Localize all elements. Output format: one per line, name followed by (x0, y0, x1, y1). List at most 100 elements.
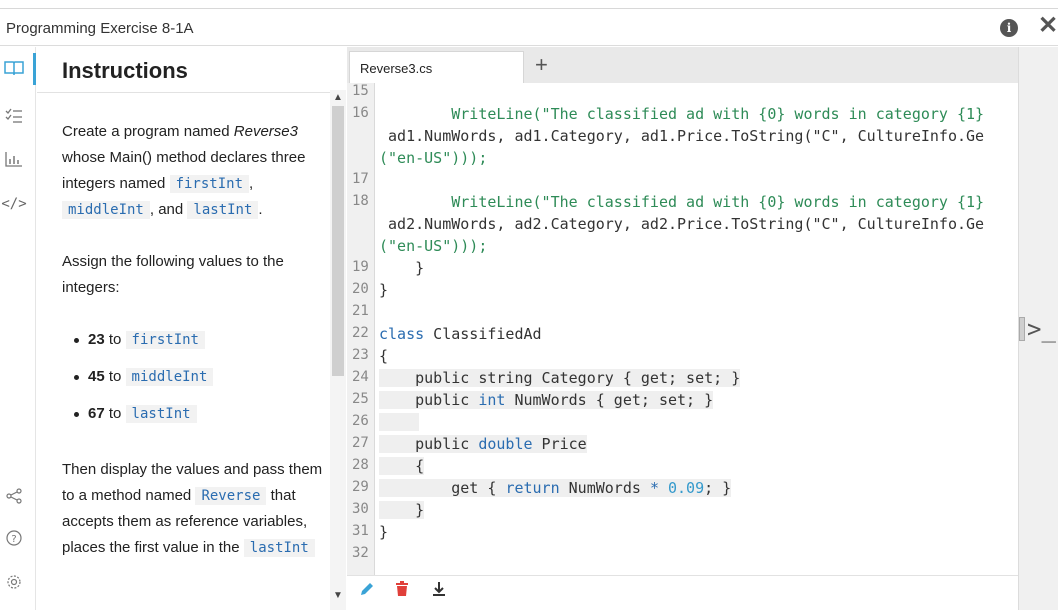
text-span: to (108, 405, 122, 422)
code-text: NumWords (559, 479, 650, 497)
book-icon[interactable] (0, 57, 28, 79)
code-editor[interactable]: 15 16 17 18 19 20 21 22 23 24 25 26 27 2… (347, 83, 1018, 575)
line-number: 28 (352, 457, 369, 473)
instructions-body: Create a program named Reverse3 whose Ma… (62, 119, 324, 587)
identifier: ClassifiedAd (424, 325, 542, 343)
editor-area: Reverse3.cs + 15 16 17 18 19 20 21 22 23… (347, 47, 1018, 610)
line-number: 20 (352, 281, 369, 297)
code-line: ad2.NumWords, ad2.Category, ad2.Price.To… (379, 215, 985, 233)
tab-reverse3[interactable]: Reverse3.cs (349, 51, 524, 83)
code-line: ("en-US"))); (379, 237, 488, 255)
line-number: 22 (352, 325, 369, 341)
scrollbar-thumb[interactable] (332, 106, 344, 376)
code-line-blank (379, 413, 419, 431)
value-list: 23 to firstInt 45 to middleInt 67 to las… (62, 327, 324, 427)
code-line: ad1.NumWords, ad1.Category, ad1.Price.To… (379, 127, 985, 145)
instruction-paragraph-3: Then display the values and pass them to… (62, 457, 324, 561)
list-item: 67 to lastInt (62, 401, 324, 427)
code-var: lastInt (125, 405, 197, 423)
code-line: { (379, 347, 389, 365)
code-lastint: lastInt (243, 539, 315, 557)
value: 23 (88, 331, 105, 348)
text-span: Create a program named (62, 123, 230, 140)
code-line: public string Category { get; set; } (379, 369, 741, 387)
window-title: Programming Exercise 8-1A (6, 20, 194, 37)
text-span: . (258, 201, 263, 218)
resize-handle[interactable] (1019, 317, 1025, 341)
code-line: } (379, 281, 389, 299)
line-number: 26 (352, 413, 369, 429)
value: 67 (88, 405, 105, 422)
keyword: return (505, 479, 560, 497)
code-line: WriteLine("The classified ad with {0} wo… (379, 105, 985, 123)
tab-label: Reverse3.cs (360, 61, 433, 76)
instructions-header: Instructions (37, 47, 330, 93)
line-number: 27 (352, 435, 369, 451)
operator: * (649, 479, 659, 497)
line-number: 21 (352, 303, 369, 319)
code-middleint: middleInt (62, 201, 150, 219)
close-icon[interactable]: ✕ (1038, 14, 1058, 38)
add-tab-button[interactable]: + (535, 52, 548, 78)
line-number: 30 (352, 501, 369, 517)
code-line: class ClassifiedAd (379, 325, 542, 343)
code-line: } (379, 259, 425, 277)
code-reverse: Reverse (195, 487, 267, 505)
code-lastint: lastInt (187, 201, 259, 219)
checklist-icon[interactable] (0, 105, 28, 127)
list-item: 23 to firstInt (62, 327, 324, 353)
svg-text:?: ? (11, 534, 16, 545)
code-var: middleInt (125, 368, 214, 386)
code-line: { (379, 457, 425, 475)
code-text: ; } (704, 479, 732, 497)
terminal-icon[interactable]: >_ (1027, 315, 1056, 343)
line-number-gutter: 15 16 17 18 19 20 21 22 23 24 25 26 27 2… (347, 83, 375, 575)
line-number: 19 (352, 259, 369, 275)
trash-icon[interactable] (395, 581, 409, 602)
terminal-panel: >_ (1018, 47, 1058, 610)
text-span: , (249, 175, 254, 192)
list-item: 45 to middleInt (62, 364, 324, 390)
line-number: 23 (352, 347, 369, 363)
text-span: , and (149, 201, 184, 218)
info-icon[interactable]: i (1000, 19, 1018, 37)
download-icon[interactable] (431, 581, 447, 602)
code-icon[interactable]: </> (0, 193, 28, 215)
code-line: } (379, 501, 425, 519)
left-rail: </> ? (0, 47, 36, 610)
scroll-down-icon[interactable]: ▼ (333, 590, 343, 601)
code-text: NumWords { get; set; } (505, 391, 714, 409)
instructions-scrollbar[interactable]: ▲ ▼ (330, 90, 346, 610)
number: 0.09 (658, 479, 705, 497)
line-number: 15 (352, 83, 369, 99)
line-number: 32 (352, 545, 369, 561)
pencil-icon[interactable] (359, 581, 375, 602)
line-number: 18 (352, 193, 369, 209)
line-number: 25 (352, 391, 369, 407)
help-icon[interactable]: ? (0, 527, 28, 549)
code-line: public int NumWords { get; set; } (379, 391, 714, 409)
code-text: public (379, 391, 479, 409)
instruction-paragraph-1: Create a program named Reverse3 whose Ma… (62, 119, 324, 223)
title-bar: Programming Exercise 8-1A i ✕ (0, 8, 1058, 46)
chart-icon[interactable] (0, 148, 28, 170)
tab-bar: Reverse3.cs + (347, 47, 1018, 83)
code-line: get { return NumWords * 0.09; } (379, 479, 732, 497)
settings-icon[interactable] (0, 571, 28, 593)
instructions-panel: Instructions Create a program named Reve… (37, 47, 330, 610)
scroll-up-icon[interactable]: ▲ (333, 92, 343, 103)
code-var: firstInt (125, 331, 205, 349)
keyword: double (478, 435, 533, 453)
code-text: public (379, 435, 479, 453)
line-number: 24 (352, 369, 369, 385)
line-number: 29 (352, 479, 369, 495)
line-number: 16 (352, 105, 369, 121)
share-icon[interactable] (0, 485, 28, 507)
code-text: Price (532, 435, 587, 453)
line-number: 31 (352, 523, 369, 539)
instruction-paragraph-2: Assign the following values to the integ… (62, 253, 284, 296)
code-firstint: firstInt (169, 175, 250, 193)
keyword: class (379, 325, 425, 343)
code-line: WriteLine("The classified ad with {0} wo… (379, 193, 985, 211)
value: 45 (88, 368, 105, 385)
